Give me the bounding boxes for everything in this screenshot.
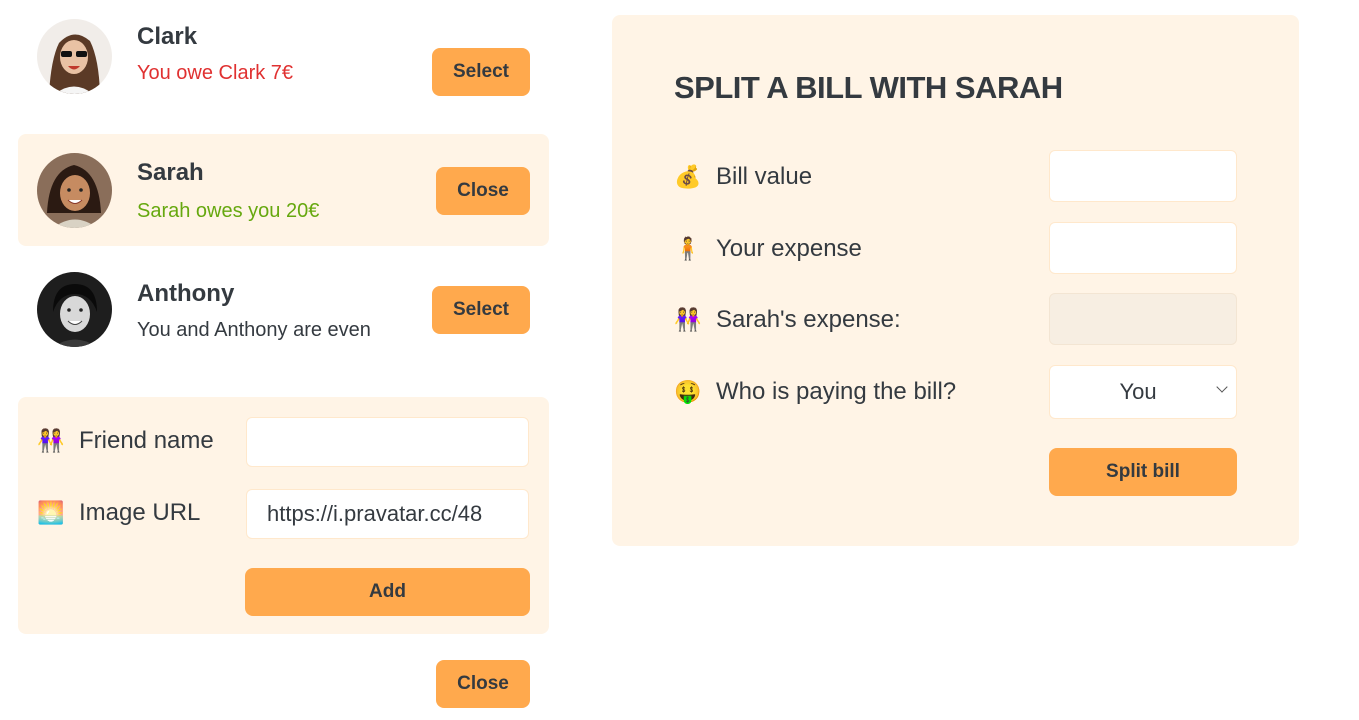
friend-name: Sarah (137, 159, 204, 186)
two-people-icon: 👭 (37, 428, 65, 453)
friend-item-clark: Clark You owe Clark 7€ Select (18, 0, 549, 112)
person-icon: 🧍 (674, 236, 702, 261)
split-bill-button[interactable]: Split bill (1049, 448, 1237, 496)
avatar (37, 153, 112, 228)
friend-expense-label: Sarah's expense: (716, 306, 901, 333)
friend-balance: Sarah owes you 20€ (137, 200, 320, 222)
image-url-label-row: 🌅 Image URL (37, 499, 200, 527)
split-bill-title: SPLIT A BILL WITH SARAH (674, 70, 1063, 105)
bill-value-label: Bill value (716, 163, 813, 190)
friend-name-label: Friend name (79, 427, 214, 454)
friend-name-input[interactable] (246, 417, 529, 467)
friend-item-sarah: Sarah Sarah owes you 20€ Close (18, 134, 549, 246)
friend-expense-label-row: 👭 Sarah's expense: (674, 306, 901, 334)
your-expense-label: Your expense (716, 235, 862, 262)
friend-expense-input (1049, 293, 1237, 345)
payer-select[interactable]: You (1049, 365, 1237, 419)
money-bag-icon: 💰 (674, 164, 702, 189)
friend-balance: You owe Clark 7€ (137, 62, 294, 84)
friend-name-label-row: 👭 Friend name (37, 427, 214, 455)
two-people-icon: 👭 (674, 307, 702, 332)
bill-value-input[interactable] (1049, 150, 1237, 202)
payer-label: Who is paying the bill? (716, 378, 957, 405)
friend-item-anthony: Anthony You and Anthony are even Select (18, 253, 549, 365)
select-anthony-button[interactable]: Select (432, 286, 530, 334)
friend-name: Clark (137, 23, 198, 50)
your-expense-label-row: 🧍 Your expense (674, 235, 862, 263)
close-sarah-button[interactable]: Close (436, 167, 530, 215)
select-clark-button[interactable]: Select (432, 48, 530, 96)
image-url-label: Image URL (79, 499, 201, 526)
chevron-down-icon (1216, 381, 1228, 393)
payer-label-row: 🤑 Who is paying the bill? (674, 378, 956, 406)
avatar (37, 272, 112, 347)
friend-balance: You and Anthony are even (137, 319, 371, 341)
sunset-image-icon: 🌅 (37, 500, 65, 525)
image-url-input[interactable]: https://i.pravatar.cc/48 (246, 489, 529, 539)
bill-value-label-row: 💰 Bill value (674, 163, 812, 191)
money-mouth-face-icon: 🤑 (674, 379, 702, 404)
close-form-button[interactable]: Close (436, 660, 530, 708)
add-friend-button[interactable]: Add (245, 568, 530, 616)
split-bill-form: SPLIT A BILL WITH SARAH 💰 Bill value 🧍 Y… (612, 15, 1299, 546)
add-friend-form: 👭 Friend name 🌅 Image URL https://i.prav… (18, 397, 549, 634)
payer-selected-value: You (1119, 379, 1157, 404)
your-expense-input[interactable] (1049, 222, 1237, 274)
avatar (37, 19, 112, 94)
friend-name: Anthony (137, 280, 235, 307)
